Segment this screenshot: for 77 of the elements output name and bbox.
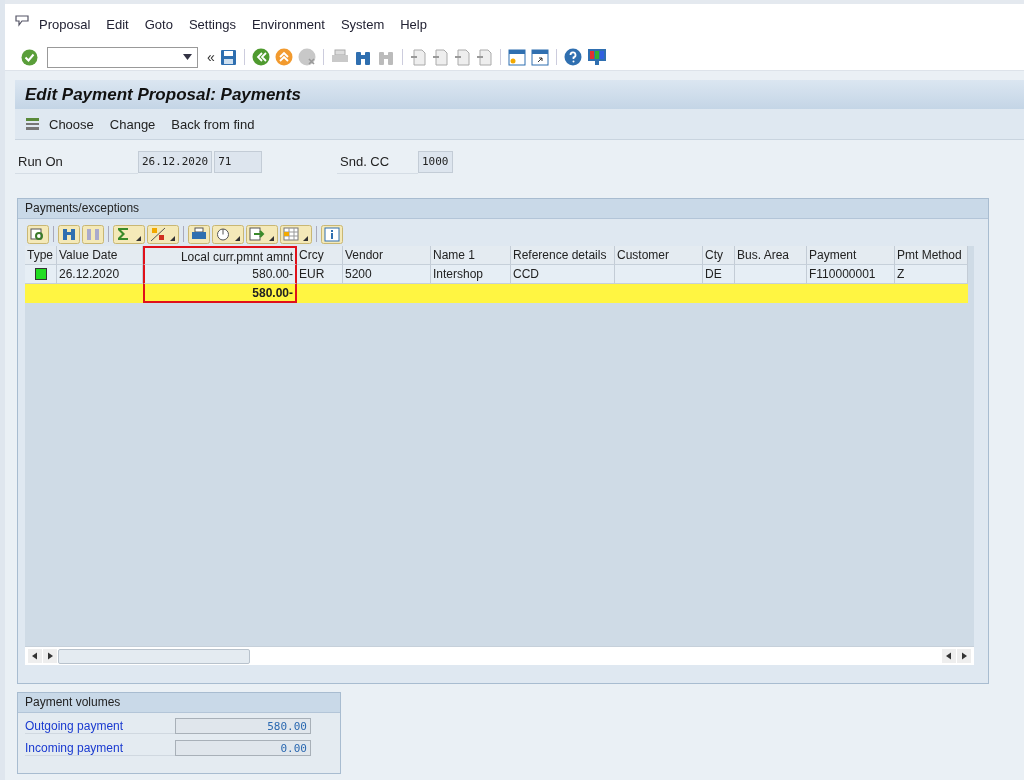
column-header[interactable]: Crcy [297, 246, 343, 265]
column-header[interactable]: Payment [807, 246, 895, 265]
scroll-thumb[interactable] [58, 649, 250, 664]
field-label: Incoming payment [25, 740, 175, 756]
find-button[interactable] [58, 224, 80, 244]
column-header[interactable]: Bus. Area [735, 246, 807, 265]
menu-item[interactable]: Goto [144, 16, 173, 32]
table-cell: 5200 [343, 265, 431, 284]
page-icon[interactable] [409, 48, 427, 66]
output-field: 71 [214, 151, 263, 173]
column-header[interactable]: Customer [615, 246, 703, 265]
view-button[interactable] [212, 224, 244, 244]
column-header[interactable]: Pmt Method [895, 246, 968, 265]
column-header[interactable]: Reference details [511, 246, 615, 265]
column-header[interactable]: Cty [703, 246, 735, 265]
sum-button[interactable] [113, 224, 145, 244]
up-icon[interactable] [274, 48, 293, 66]
table-cell [735, 265, 807, 284]
menu-item[interactable]: Environment [251, 16, 325, 32]
details-button[interactable] [27, 224, 49, 244]
column-header[interactable]: Name 1 [431, 246, 511, 265]
menu-icon[interactable] [15, 15, 29, 27]
toolbar-button[interactable]: Back from find [164, 113, 262, 135]
output-field: 0.00 [175, 740, 311, 756]
output-field: 580.00 [175, 718, 311, 734]
print-button[interactable] [188, 224, 210, 244]
toolbar-button[interactable]: Change [102, 113, 163, 135]
monitor-icon[interactable] [586, 48, 607, 66]
menu-item[interactable]: Settings [188, 16, 236, 32]
toolbar-button[interactable]: Choose [42, 113, 101, 135]
table-cell: EUR [297, 265, 343, 284]
table-cell: 580.00- [143, 284, 297, 303]
table-cell: Z [895, 265, 968, 284]
layout-button[interactable] [280, 224, 312, 244]
column-header[interactable]: Type [25, 246, 57, 265]
output-field: 1000 [418, 151, 453, 173]
menu-item[interactable]: Edit [106, 16, 129, 32]
scroll-right-button[interactable] [43, 649, 57, 663]
scroll-left-button[interactable] [942, 649, 956, 663]
save-icon[interactable] [219, 48, 237, 66]
table-cell [25, 284, 57, 303]
subtotal-button[interactable] [147, 224, 179, 244]
shortcut-icon[interactable] [530, 48, 549, 66]
cancel-icon[interactable] [297, 48, 316, 66]
collapse-symbol[interactable]: « [207, 49, 215, 65]
table-cell [297, 284, 343, 303]
scroll-left-button[interactable] [28, 649, 42, 663]
back-icon[interactable] [251, 48, 270, 66]
column-header[interactable]: Vendor [343, 246, 431, 265]
check-icon[interactable] [21, 48, 38, 66]
column-header[interactable]: Value Date [57, 246, 143, 265]
table-cell: F110000001 [807, 265, 895, 284]
page-icon[interactable] [431, 48, 449, 66]
list-icon[interactable] [25, 117, 40, 131]
page-icon[interactable] [453, 48, 471, 66]
menu-item[interactable]: System [340, 16, 385, 32]
table-cell: 580.00- [143, 265, 297, 284]
field-label: Outgoing payment [25, 718, 175, 734]
info-button[interactable] [321, 224, 343, 244]
menu-item[interactable]: Help [400, 16, 427, 32]
new-window-icon[interactable] [507, 48, 526, 66]
group-title: Payment volumes [18, 693, 340, 713]
export-button[interactable] [246, 224, 278, 244]
menu-item[interactable]: Proposal [39, 16, 91, 32]
screen-title: Edit Payment Proposal: Payments [25, 84, 301, 105]
command-field[interactable] [47, 46, 198, 68]
scroll-right-button[interactable] [957, 649, 971, 663]
caret-icon[interactable] [183, 54, 192, 60]
help-icon[interactable] [563, 48, 582, 66]
table-cell: CCD [511, 265, 615, 284]
table-cell: DE [703, 265, 735, 284]
output-field: 26.12.2020 [138, 151, 213, 173]
table-cell: 26.12.2020 [57, 265, 143, 284]
group-title: Payments/exceptions [18, 199, 988, 219]
page-icon[interactable] [475, 48, 493, 66]
table-cell: Intershop [431, 265, 511, 284]
column-header[interactable]: Local curr.pmnt amnt [143, 246, 297, 265]
